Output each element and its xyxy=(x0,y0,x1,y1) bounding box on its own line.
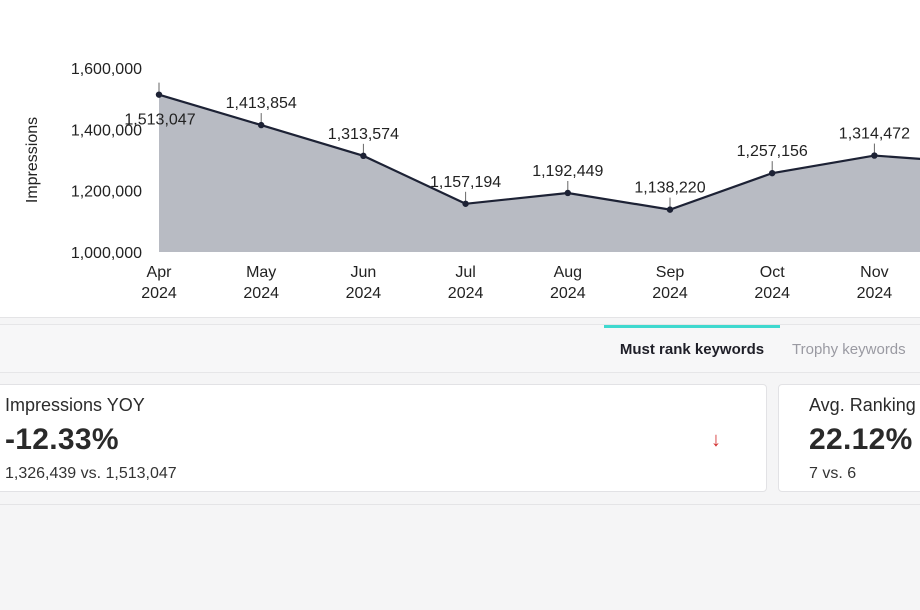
x-tick-label: Jul xyxy=(455,264,475,281)
data-point xyxy=(462,200,469,207)
divider xyxy=(0,504,920,505)
x-tick-label: Nov xyxy=(860,264,888,281)
y-tick-label: 1,200,000 xyxy=(71,184,142,201)
x-tick-label: Jun xyxy=(351,264,377,281)
data-label: 1,138,220 xyxy=(634,180,705,197)
data-point xyxy=(155,91,163,98)
x-tick-label: 2024 xyxy=(243,285,279,302)
x-tick-label: 2024 xyxy=(550,285,586,302)
data-label: 1,257,156 xyxy=(737,143,808,160)
x-tick-label: 2024 xyxy=(857,285,893,302)
impressions-chart-panel: 1,600,000 1,400,000 1,200,000 1,000,000 Impr… xyxy=(0,0,920,318)
impressions-area-chart: 1,600,0001,400,0001,200,0001,000,000Impr… xyxy=(24,61,920,302)
tab-trophy-keywords[interactable]: Trophy keywords xyxy=(792,325,906,372)
y-axis-label: Impressions xyxy=(24,117,41,203)
x-tick-label: Sep xyxy=(656,264,685,281)
card-value: -12.33% xyxy=(5,423,119,456)
x-tick-label: 2024 xyxy=(346,285,382,302)
tab-must-rank-keywords[interactable]: Must rank keywords xyxy=(604,325,780,375)
data-point xyxy=(769,169,776,177)
data-point xyxy=(360,152,367,160)
card-value: 22.12% xyxy=(809,423,913,456)
x-tick-label: Aug xyxy=(554,264,582,281)
avg-ranking-card: Avg. Ranking 22.12% 7 vs. 6 xyxy=(778,384,920,492)
card-title: Impressions YOY xyxy=(5,395,145,415)
data-label: 1,192,449 xyxy=(532,163,603,180)
x-tick-label: 2024 xyxy=(141,285,177,302)
data-point xyxy=(666,206,674,213)
data-point xyxy=(564,189,571,197)
impressions-yoy-card: Impressions YOY -12.33% ↓ 1,326,439 vs. … xyxy=(0,384,767,492)
arrow-down-icon: ↓ xyxy=(711,429,721,451)
x-tick-label: Apr xyxy=(147,264,173,281)
y-tick-label: 1,000,000 xyxy=(71,245,142,262)
x-tick-label: 2024 xyxy=(652,285,688,302)
data-label: 1,313,574 xyxy=(328,126,399,143)
card-comparison: 1,326,439 vs. 1,513,047 xyxy=(5,465,177,482)
keyword-tab-bar: Must rank keywords Trophy keywords xyxy=(0,324,920,373)
data-label: 1,314,472 xyxy=(839,126,910,143)
data-label: 1,413,854 xyxy=(226,95,297,112)
card-comparison: 7 vs. 6 xyxy=(809,465,857,482)
data-point xyxy=(258,121,265,129)
card-title: Avg. Ranking xyxy=(809,395,916,415)
data-label: 1,513,047 xyxy=(124,112,195,129)
data-point xyxy=(871,152,878,159)
y-tick-label: 1,600,000 xyxy=(71,61,142,78)
x-tick-label: May xyxy=(246,264,276,281)
x-tick-label: 2024 xyxy=(448,285,484,302)
x-tick-label: Oct xyxy=(760,264,785,281)
x-tick-label: 2024 xyxy=(754,285,790,302)
data-label: 1,157,194 xyxy=(430,174,501,191)
